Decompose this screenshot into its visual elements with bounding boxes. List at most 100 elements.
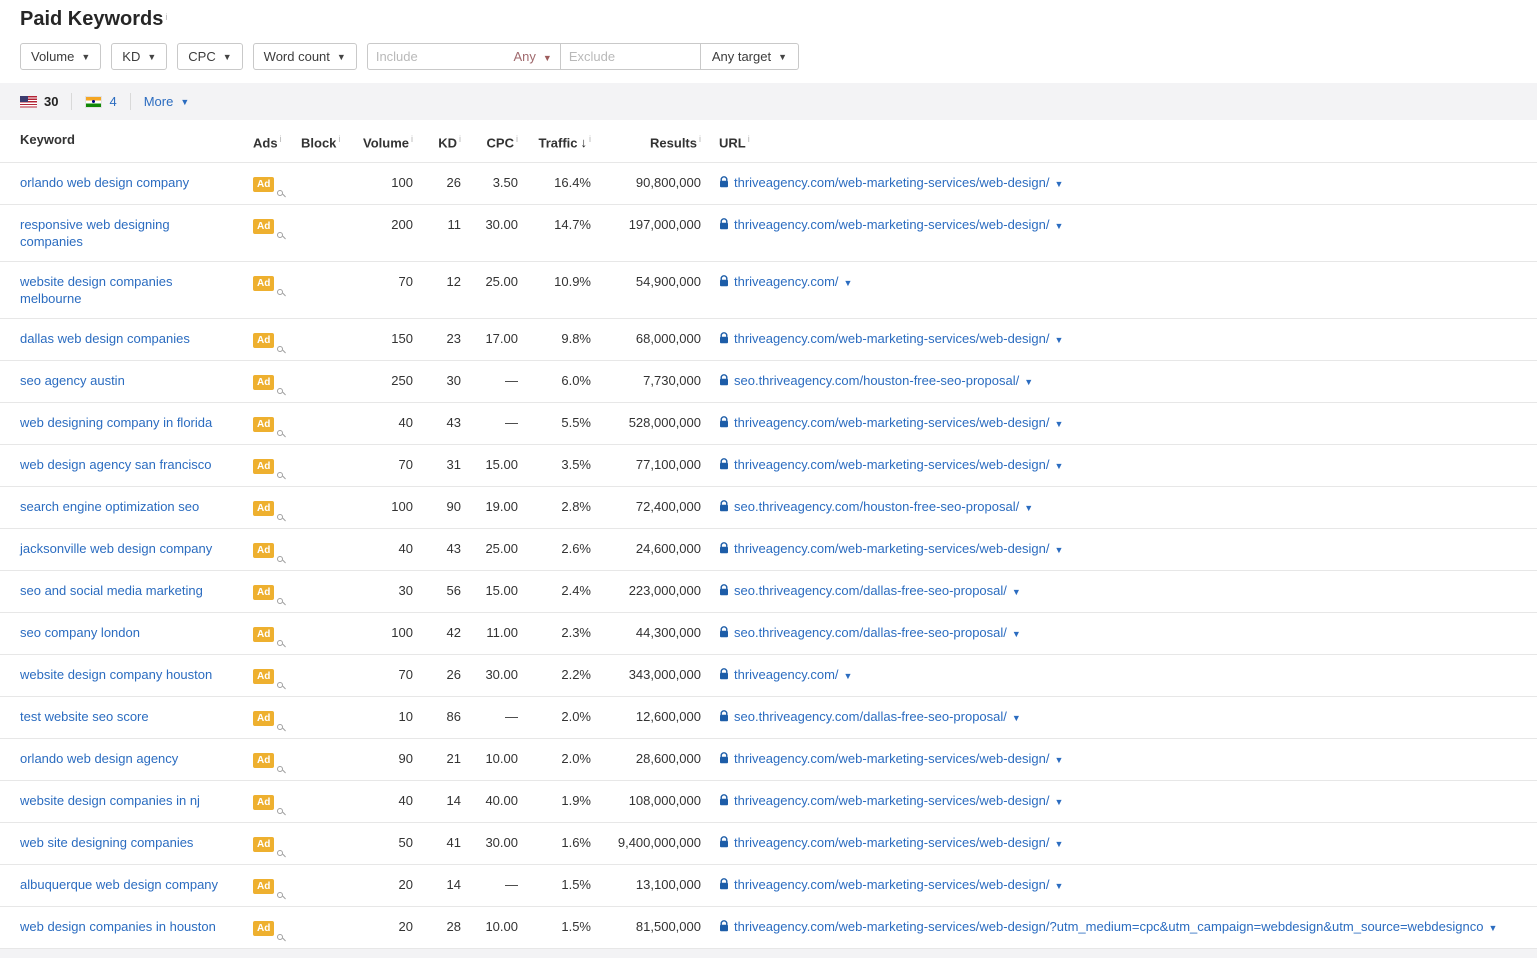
- include-input[interactable]: [376, 49, 514, 64]
- country-tab-in[interactable]: 4: [85, 94, 116, 109]
- chevron-down-icon[interactable]: ▼: [1024, 503, 1033, 513]
- keyword-link[interactable]: web design agency san francisco: [20, 457, 212, 472]
- chevron-down-icon[interactable]: ▼: [1055, 419, 1064, 429]
- url-link[interactable]: seo.thriveagency.com/houston-free-seo-pr…: [734, 499, 1019, 514]
- keyword-link[interactable]: website design companies in nj: [20, 793, 200, 808]
- keyword-link[interactable]: website design company houston: [20, 667, 212, 682]
- cpc-filter-button[interactable]: CPC▼: [177, 43, 242, 70]
- keyword-link[interactable]: dallas web design companies: [20, 331, 190, 346]
- header-kd[interactable]: KDi: [413, 120, 461, 162]
- url-link[interactable]: seo.thriveagency.com/dallas-free-seo-pro…: [734, 709, 1007, 724]
- url-link[interactable]: seo.thriveagency.com/dallas-free-seo-pro…: [734, 625, 1007, 640]
- header-cpc[interactable]: CPCi: [461, 120, 518, 162]
- chevron-down-icon[interactable]: ▼: [1055, 881, 1064, 891]
- chevron-down-icon[interactable]: ▼: [1055, 797, 1064, 807]
- table-row: seo company london Ad 100 42 11.00 2.3% …: [0, 613, 1537, 655]
- any-target-dropdown[interactable]: Any target▼: [701, 43, 799, 70]
- word-count-filter-button[interactable]: Word count▼: [253, 43, 357, 70]
- ad-badge[interactable]: Ad: [253, 219, 274, 234]
- keyword-link[interactable]: seo company london: [20, 625, 140, 640]
- url-link[interactable]: thriveagency.com/web-marketing-services/…: [734, 415, 1050, 430]
- keyword-link[interactable]: seo and social media marketing: [20, 583, 203, 598]
- chevron-down-icon[interactable]: ▼: [1055, 221, 1064, 231]
- keyword-link[interactable]: search engine optimization seo: [20, 499, 199, 514]
- url-link[interactable]: thriveagency.com/web-marketing-services/…: [734, 175, 1050, 190]
- keyword-link[interactable]: seo agency austin: [20, 373, 125, 388]
- divider: [130, 93, 131, 110]
- magnifier-icon: [277, 766, 283, 772]
- url-link[interactable]: seo.thriveagency.com/houston-free-seo-pr…: [734, 373, 1019, 388]
- url-link[interactable]: thriveagency.com/web-marketing-services/…: [734, 877, 1050, 892]
- ad-badge[interactable]: Ad: [253, 837, 274, 852]
- ad-badge[interactable]: Ad: [253, 417, 274, 432]
- chevron-down-icon[interactable]: ▼: [1055, 755, 1064, 765]
- ad-badge[interactable]: Ad: [253, 501, 274, 516]
- url-link[interactable]: thriveagency.com/web-marketing-services/…: [734, 457, 1050, 472]
- ad-badge[interactable]: Ad: [253, 669, 274, 684]
- ad-badge[interactable]: Ad: [253, 921, 274, 936]
- header-url[interactable]: URLi: [701, 120, 1537, 162]
- chevron-down-icon[interactable]: ▼: [1055, 179, 1064, 189]
- info-icon[interactable]: i: [280, 134, 282, 144]
- ad-badge[interactable]: Ad: [253, 333, 274, 348]
- chevron-down-icon[interactable]: ▼: [1055, 335, 1064, 345]
- chevron-down-icon[interactable]: ▼: [1012, 713, 1021, 723]
- title-info-icon[interactable]: i: [165, 12, 167, 22]
- cpc-value: 25.00: [461, 529, 518, 568]
- volume-value: 100: [341, 613, 413, 652]
- url-link[interactable]: thriveagency.com/web-marketing-services/…: [734, 751, 1050, 766]
- ad-badge[interactable]: Ad: [253, 177, 274, 192]
- exclude-input[interactable]: [569, 49, 692, 64]
- keyword-link[interactable]: responsive web designing companies: [20, 217, 170, 249]
- ad-badge[interactable]: Ad: [253, 795, 274, 810]
- ad-badge[interactable]: Ad: [253, 711, 274, 726]
- url-link[interactable]: thriveagency.com/: [734, 274, 839, 289]
- chevron-down-icon[interactable]: ▼: [1055, 461, 1064, 471]
- url-link[interactable]: thriveagency.com/web-marketing-services/…: [734, 919, 1483, 934]
- volume-filter-button[interactable]: Volume▼: [20, 43, 101, 70]
- header-results[interactable]: Resultsi: [591, 120, 701, 162]
- more-countries-dropdown[interactable]: More▼: [144, 94, 190, 109]
- url-link[interactable]: thriveagency.com/web-marketing-services/…: [734, 541, 1050, 556]
- ad-badge[interactable]: Ad: [253, 459, 274, 474]
- ad-badge[interactable]: Ad: [253, 753, 274, 768]
- keyword-link[interactable]: test website seo score: [20, 709, 149, 724]
- info-icon[interactable]: i: [748, 134, 750, 144]
- chevron-down-icon[interactable]: ▼: [1488, 923, 1497, 933]
- keyword-link[interactable]: orlando web design agency: [20, 751, 178, 766]
- header-traffic[interactable]: Traffic↓i: [518, 120, 591, 162]
- header-block[interactable]: Blocki: [283, 120, 341, 162]
- chevron-down-icon[interactable]: ▼: [844, 278, 853, 288]
- ad-badge[interactable]: Ad: [253, 276, 274, 291]
- header-volume[interactable]: Volumei: [341, 120, 413, 162]
- url-link[interactable]: thriveagency.com/web-marketing-services/…: [734, 331, 1050, 346]
- chevron-down-icon[interactable]: ▼: [844, 671, 853, 681]
- keyword-link[interactable]: albuquerque web design company: [20, 877, 218, 892]
- ad-badge[interactable]: Ad: [253, 375, 274, 390]
- ad-badge[interactable]: Ad: [253, 585, 274, 600]
- header-keyword[interactable]: Keyword: [0, 120, 237, 159]
- ad-badge[interactable]: Ad: [253, 879, 274, 894]
- url-link[interactable]: thriveagency.com/web-marketing-services/…: [734, 793, 1050, 808]
- chevron-down-icon[interactable]: ▼: [1055, 839, 1064, 849]
- header-ads[interactable]: Adsi: [237, 120, 283, 162]
- keyword-link[interactable]: web designing company in florida: [20, 415, 212, 430]
- url-link[interactable]: seo.thriveagency.com/dallas-free-seo-pro…: [734, 583, 1007, 598]
- chevron-down-icon[interactable]: ▼: [1055, 545, 1064, 555]
- url-link[interactable]: thriveagency.com/web-marketing-services/…: [734, 835, 1050, 850]
- kd-filter-button[interactable]: KD▼: [111, 43, 167, 70]
- url-link[interactable]: thriveagency.com/: [734, 667, 839, 682]
- keyword-link[interactable]: web site designing companies: [20, 835, 193, 850]
- url-link[interactable]: thriveagency.com/web-marketing-services/…: [734, 217, 1050, 232]
- chevron-down-icon[interactable]: ▼: [1024, 377, 1033, 387]
- keyword-link[interactable]: web design companies in houston: [20, 919, 216, 934]
- keyword-link[interactable]: jacksonville web design company: [20, 541, 212, 556]
- ad-badge[interactable]: Ad: [253, 543, 274, 558]
- ad-badge[interactable]: Ad: [253, 627, 274, 642]
- chevron-down-icon[interactable]: ▼: [1012, 587, 1021, 597]
- chevron-down-icon[interactable]: ▼: [1012, 629, 1021, 639]
- keyword-link[interactable]: orlando web design company: [20, 175, 189, 190]
- keyword-link[interactable]: website design companies melbourne: [20, 274, 172, 306]
- include-mode-dropdown[interactable]: Any▼: [514, 49, 552, 64]
- country-tab-us[interactable]: 30: [20, 94, 58, 109]
